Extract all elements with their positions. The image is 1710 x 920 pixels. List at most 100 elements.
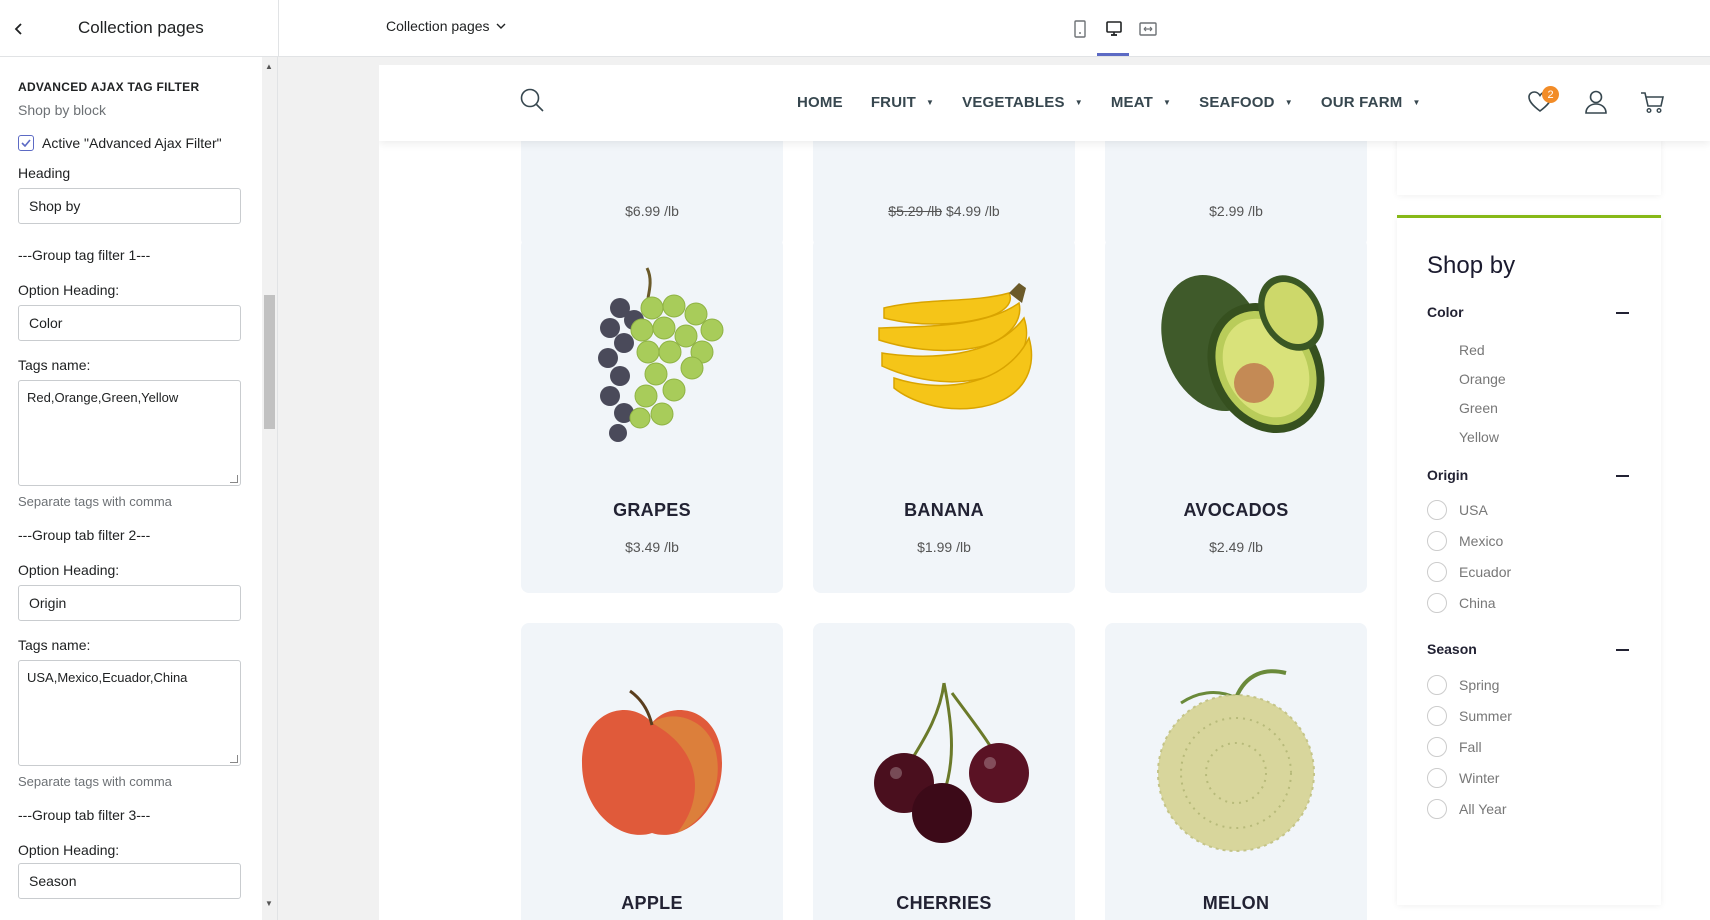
resize-handle-icon[interactable]: [230, 755, 238, 763]
wishlist-count-badge: 2: [1542, 86, 1559, 103]
menu-item-seafood[interactable]: SEAFOOD ▼: [1199, 94, 1293, 111]
filter-option-ecuador[interactable]: Ecuador: [1459, 564, 1511, 580]
radio-spring[interactable]: [1427, 675, 1447, 695]
mobile-view-button[interactable]: [1068, 17, 1092, 41]
cart-button[interactable]: [1635, 85, 1669, 119]
product-price: $1.99 /lb: [917, 539, 971, 555]
active-filter-checkbox[interactable]: Active "Advanced Ajax Filter": [18, 135, 222, 151]
heading-input[interactable]: Shop by: [18, 188, 241, 224]
cherries-image[interactable]: [844, 653, 1044, 853]
filter-option-china[interactable]: China: [1459, 595, 1496, 611]
section-title: ADVANCED AJAX TAG FILTER: [18, 80, 200, 94]
radio-mexico[interactable]: [1427, 531, 1447, 551]
product-card[interactable]: GRAPES $3.49 /lb: [521, 238, 783, 593]
filter-option-yellow[interactable]: Yellow: [1459, 429, 1499, 445]
group-2-tags-label: Tags name:: [18, 637, 91, 653]
filter-option-usa[interactable]: USA: [1459, 502, 1488, 518]
radio-usa[interactable]: [1427, 500, 1447, 520]
search-button[interactable]: [519, 87, 545, 118]
filter-option-green[interactable]: Green: [1459, 400, 1498, 416]
group-3-heading-label: Option Heading:: [18, 842, 120, 858]
collapse-minus-icon[interactable]: [1616, 475, 1629, 477]
group-2-heading-input[interactable]: Origin: [18, 585, 241, 621]
caret-down-icon: ▼: [1412, 98, 1421, 107]
radio-all-year[interactable]: [1427, 799, 1447, 819]
desktop-icon: [1106, 21, 1122, 36]
radio-fall[interactable]: [1427, 737, 1447, 757]
product-price: $2.49 /lb: [1209, 539, 1263, 555]
back-button[interactable]: [6, 14, 32, 44]
product-price: $6.99 /lb: [521, 203, 783, 219]
group-1-help-text: Separate tags with comma: [18, 494, 172, 509]
melon-image[interactable]: [1136, 653, 1336, 853]
resize-handle-icon[interactable]: [230, 475, 238, 483]
filter-group-color[interactable]: Color: [1427, 304, 1464, 320]
menu-item-vegetables[interactable]: VEGETABLES ▼: [962, 94, 1083, 111]
caret-down-icon: ▼: [925, 98, 935, 107]
group-1-tags-label: Tags name:: [18, 357, 91, 373]
filter-group-origin[interactable]: Origin: [1427, 467, 1468, 483]
search-icon: [520, 88, 544, 112]
filter-option-summer[interactable]: Summer: [1459, 708, 1512, 724]
main-menu: HOME FRUIT ▼ VEGETABLES ▼ MEAT ▼ SEAFOOD ▼ O…: [797, 94, 1449, 111]
product-current-price: $2.99 /lb: [1209, 203, 1263, 219]
account-button[interactable]: [1579, 85, 1613, 119]
topbar-divider: [278, 0, 279, 57]
heading-label: Heading: [18, 165, 71, 181]
page-selector[interactable]: Collection pages: [386, 18, 506, 34]
menu-item-home[interactable]: HOME: [797, 94, 843, 111]
group-3-heading-input[interactable]: Season: [18, 863, 241, 899]
group-2-tags-textarea[interactable]: USA,Mexico,Ecuador,China: [18, 660, 241, 766]
grapes-image[interactable]: [552, 248, 752, 448]
product-card[interactable]: CHERRIES: [813, 623, 1075, 920]
filter-option-winter[interactable]: Winter: [1459, 770, 1499, 786]
mobile-icon: [1074, 20, 1086, 38]
collapse-minus-icon[interactable]: [1616, 649, 1629, 651]
product-card[interactable]: MELON: [1105, 623, 1367, 920]
checkbox-box[interactable]: [18, 135, 34, 151]
fullwidth-view-button[interactable]: [1136, 17, 1160, 41]
product-name[interactable]: CHERRIES: [813, 893, 1075, 914]
desktop-view-button[interactable]: [1102, 17, 1126, 41]
collapse-minus-icon[interactable]: [1616, 312, 1629, 314]
product-card[interactable]: AVOCADOS $2.49 /lb: [1105, 238, 1367, 593]
menu-item-label: SEAFOOD: [1199, 94, 1275, 111]
filter-option-orange[interactable]: Orange: [1459, 371, 1506, 387]
menu-item-label: MEAT: [1110, 94, 1153, 111]
product-name[interactable]: AVOCADOS: [1105, 500, 1367, 521]
apple-image[interactable]: [552, 653, 752, 853]
sidebar-scrollbar[interactable]: ▲ ▼: [262, 57, 277, 920]
radio-china[interactable]: [1427, 593, 1447, 613]
scroll-down-icon[interactable]: ▼: [265, 899, 273, 908]
radio-winter[interactable]: [1427, 768, 1447, 788]
menu-item-label: FRUIT: [870, 94, 916, 111]
menu-item-our-farm[interactable]: OUR FARM ▼: [1321, 94, 1421, 111]
filter-group-season[interactable]: Season: [1427, 641, 1477, 657]
product-card[interactable]: APPLE: [521, 623, 783, 920]
radio-summer[interactable]: [1427, 706, 1447, 726]
menu-item-fruit[interactable]: FRUIT ▼: [871, 94, 934, 111]
editor-topbar: Collection pages Collection pages: [0, 0, 1710, 57]
panel-title: Collection pages: [78, 18, 204, 37]
wishlist-button[interactable]: 2: [1523, 85, 1559, 119]
chevron-left-icon: [14, 23, 22, 35]
avocado-image[interactable]: [1136, 248, 1336, 448]
menu-item-meat[interactable]: MEAT ▼: [1111, 94, 1171, 111]
group-1-tags-textarea[interactable]: Red,Orange,Green,Yellow: [18, 380, 241, 486]
filter-option-spring[interactable]: Spring: [1459, 677, 1499, 693]
scroll-up-icon[interactable]: ▲: [265, 62, 273, 71]
group-1-heading-input[interactable]: Color: [18, 305, 241, 341]
product-card[interactable]: BANANA $1.99 /lb: [813, 238, 1075, 593]
product-name[interactable]: MELON: [1105, 893, 1367, 914]
filter-option-all-year[interactable]: All Year: [1459, 801, 1506, 817]
product-name[interactable]: GRAPES: [521, 500, 783, 521]
radio-ecuador[interactable]: [1427, 562, 1447, 582]
filter-option-fall[interactable]: Fall: [1459, 739, 1482, 755]
filter-option-red[interactable]: Red: [1459, 342, 1485, 358]
product-name[interactable]: BANANA: [813, 500, 1075, 521]
filter-option-mexico[interactable]: Mexico: [1459, 533, 1503, 549]
product-name[interactable]: APPLE: [521, 893, 783, 914]
banana-image[interactable]: [844, 248, 1044, 448]
scrollbar-thumb[interactable]: [264, 295, 275, 429]
settings-sidebar: ADVANCED AJAX TAG FILTER Shop by block A…: [0, 57, 278, 920]
